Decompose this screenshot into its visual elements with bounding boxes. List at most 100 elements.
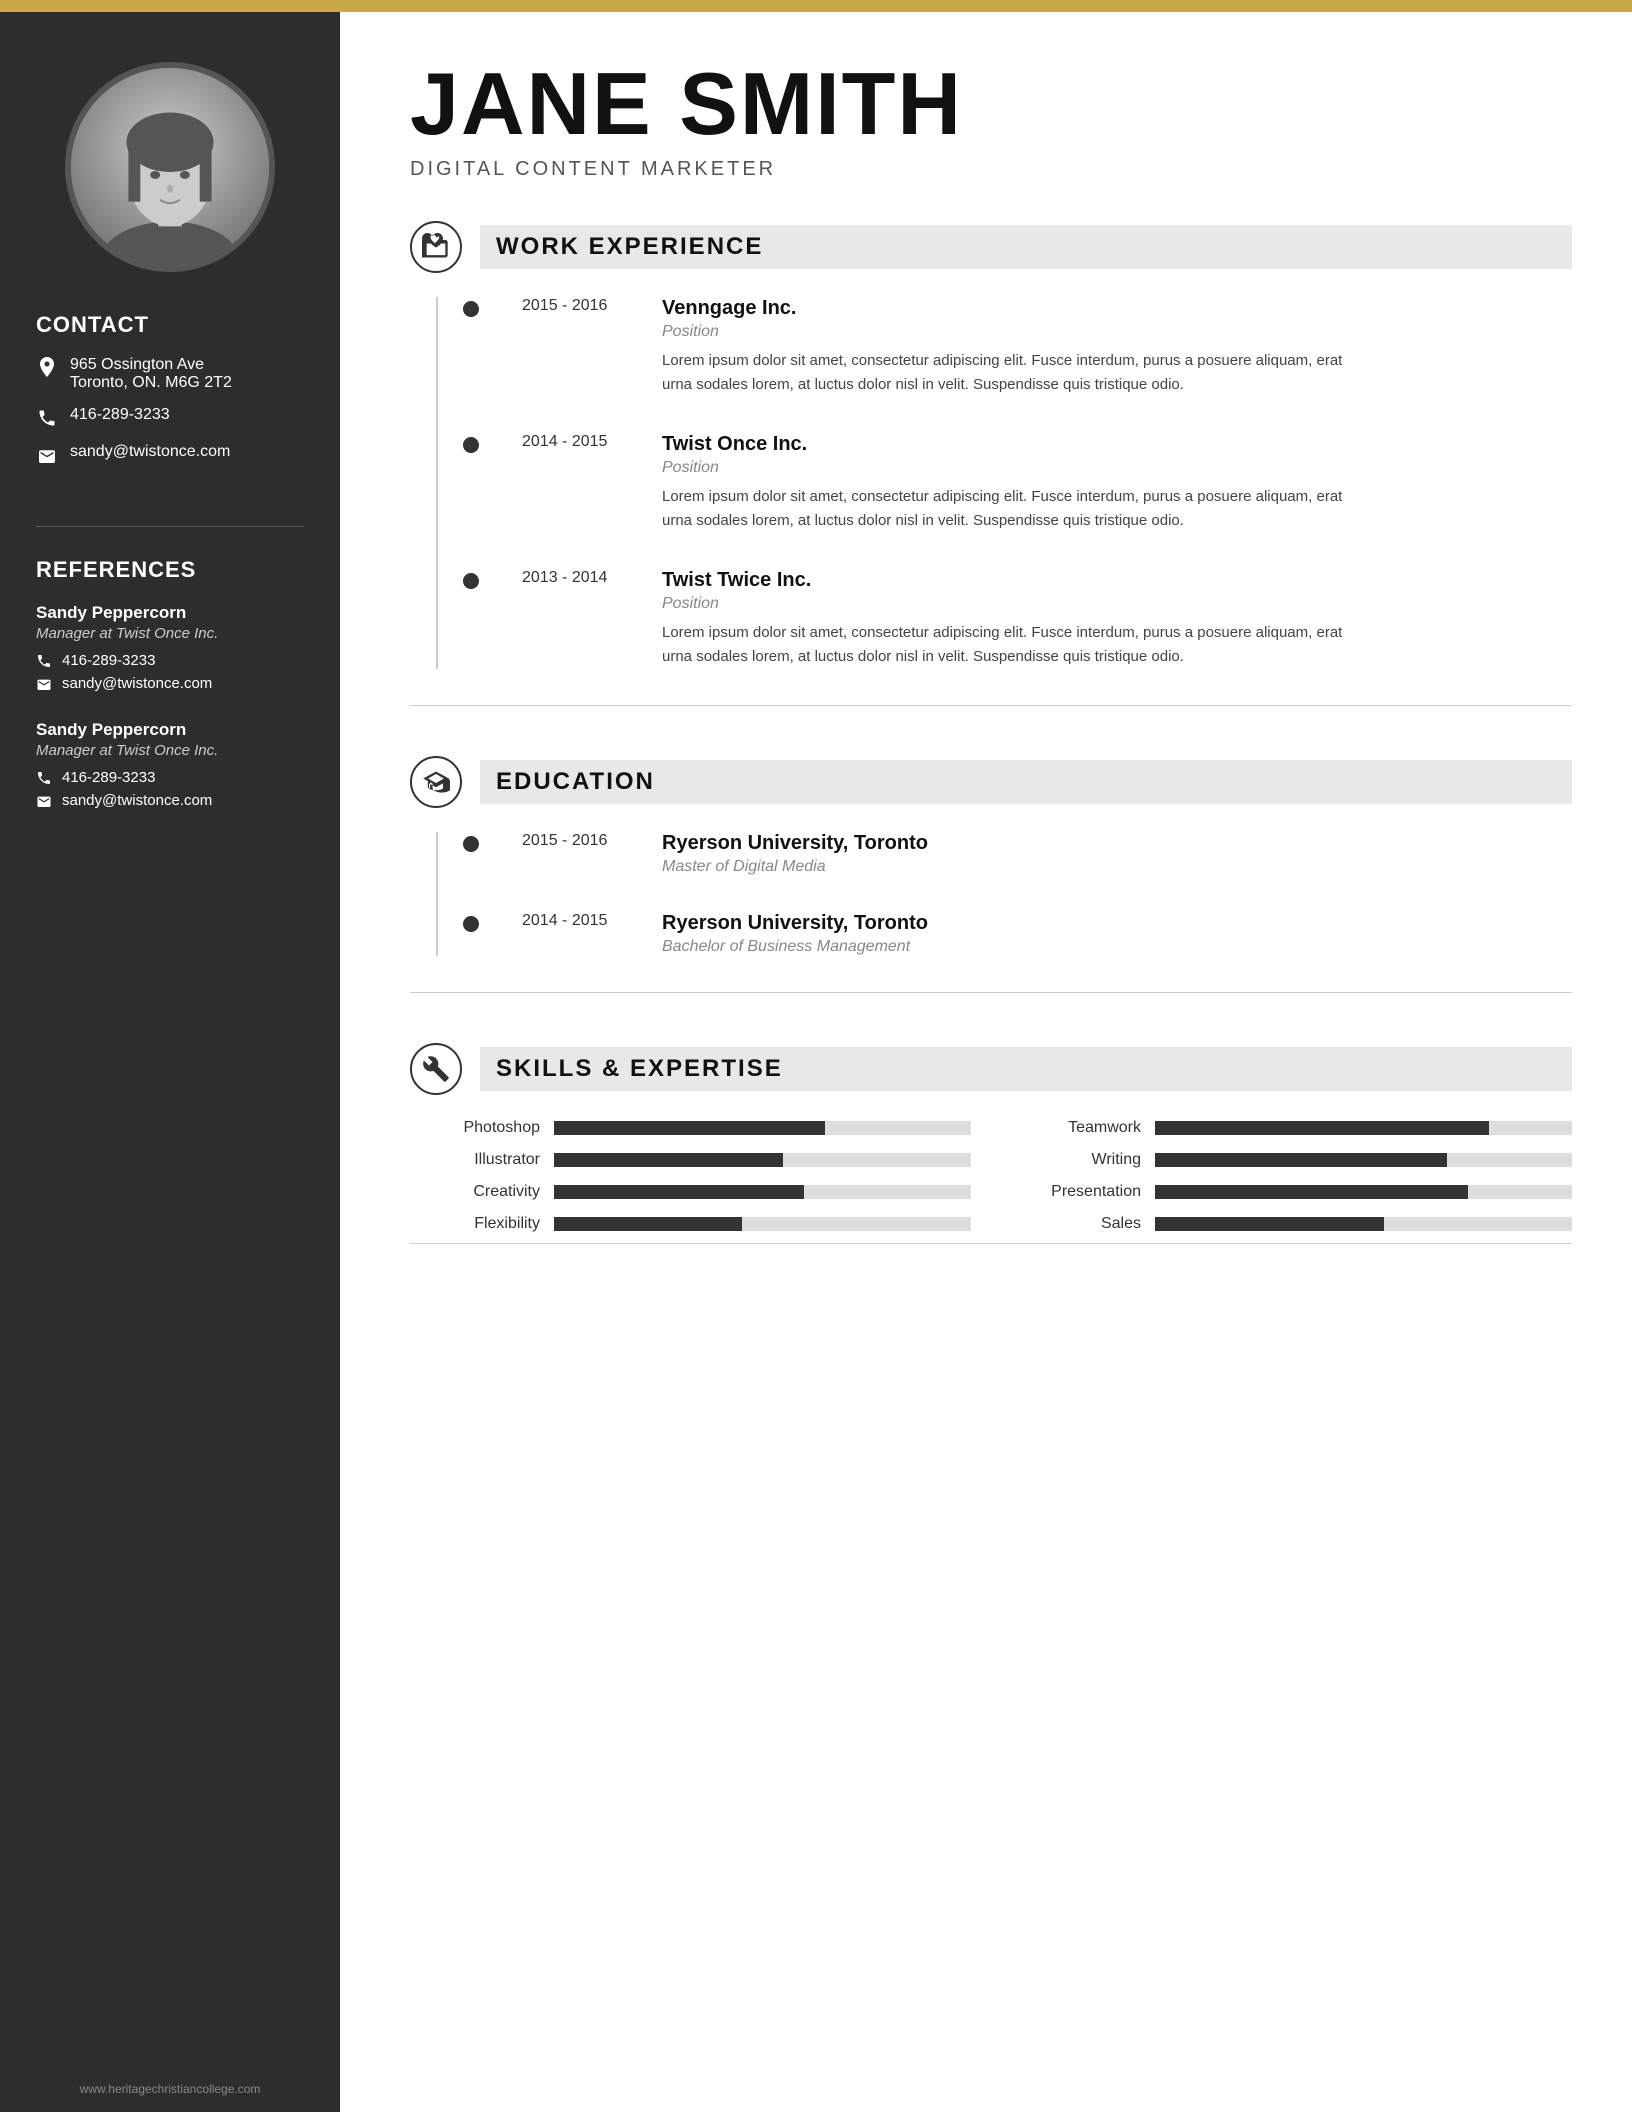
skills-section: SKILLS & EXPERTISE Photoshop Teamwork Illu… [410,1043,1572,1244]
job-2-company: Twist Once Inc. [662,433,1362,456]
website-footer: www.heritagechristiancollege.com [64,2066,277,2112]
edu-dot-2 [463,916,479,932]
references-title: REFERENCES [36,557,304,583]
reference-1: Sandy Peppercorn Manager at Twist Once I… [36,603,304,692]
location-icon [36,357,58,379]
edu-2-content: Ryerson University, Toronto Bachelor of … [632,912,928,956]
skills-title: SKILLS & EXPERTISE [496,1055,783,1082]
job-3-company: Twist Twice Inc. [662,569,1362,592]
reference-1-email: sandy@twistonce.com [36,675,304,692]
job-2-dates: 2014 - 2015 [522,433,632,451]
contact-address: 965 Ossington Ave Toronto, ON. M6G 2T2 [36,356,304,392]
skills-grid: Photoshop Teamwork Illustrator Writing Creat… [410,1119,1572,1233]
skill-name-6: Flexibility [430,1215,540,1233]
reference-1-name: Sandy Peppercorn [36,603,304,623]
skill-name-3: Writing [1031,1151,1141,1169]
job-2-desc: Lorem ipsum dolor sit amet, consectetur … [662,485,1362,533]
job-1-company: Venngage Inc. [662,297,1362,320]
education-title: EDUCATION [496,768,655,795]
phone-text: 416-289-3233 [70,406,170,424]
avatar-container [65,62,275,272]
contact-section: CONTACT 965 Ossington Ave Toronto, ON. M… [0,312,340,480]
full-name: JANE SMITH [410,60,1572,148]
job-3-dates: 2013 - 2014 [522,569,632,587]
reference-1-title: Manager at Twist Once Inc. [36,625,304,642]
skill-bar-fill-7 [1155,1217,1384,1231]
education-header: EDUCATION [410,756,1572,808]
education-icon [410,756,462,808]
skills-title-bg: SKILLS & EXPERTISE [480,1047,1572,1091]
edu-1-dates: 2015 - 2016 [522,832,632,850]
timeline-dot-2 [463,437,479,453]
edu-1-institution: Ryerson University, Toronto [662,832,928,855]
skills-icon [410,1043,462,1095]
edu-section-line [410,992,1572,993]
edu-2-degree: Bachelor of Business Management [662,938,928,956]
job-1: 2015 - 2016 Venngage Inc. Position Lorem… [498,297,1572,397]
reference-2: Sandy Peppercorn Manager at Twist Once I… [36,720,304,809]
contact-title: CONTACT [36,312,304,338]
address-text: 965 Ossington Ave Toronto, ON. M6G 2T2 [70,356,232,392]
header-section: JANE SMITH DIGITAL CONTENT MARKETER [410,60,1572,181]
skill-bar-bg-0 [554,1121,971,1135]
contact-phone: 416-289-3233 [36,406,304,429]
edu-2-dates: 2014 - 2015 [522,912,632,930]
education-timeline: 2015 - 2016 Ryerson University, Toronto … [436,832,1572,956]
work-experience-header: WORK EXPERIENCE [410,221,1572,273]
skill-bar-fill-3 [1155,1153,1447,1167]
education-title-bg: EDUCATION [480,760,1572,804]
edu-2: 2014 - 2015 Ryerson University, Toronto … [498,912,1572,956]
skill-bar-bg-6 [554,1217,971,1231]
job-3: 2013 - 2014 Twist Twice Inc. Position Lo… [498,569,1572,669]
reference-2-name: Sandy Peppercorn [36,720,304,740]
edu-1-degree: Master of Digital Media [662,858,928,876]
job-1-position: Position [662,323,1362,341]
skill-name-5: Presentation [1031,1183,1141,1201]
contact-email: sandy@twistonce.com [36,443,304,466]
skill-row-2: Illustrator [430,1151,971,1169]
skill-name-2: Illustrator [430,1151,540,1169]
job-3-position: Position [662,595,1362,613]
job-title: DIGITAL CONTENT MARKETER [410,158,1572,181]
sidebar: CONTACT 965 Ossington Ave Toronto, ON. M… [0,0,340,2112]
job-2: 2014 - 2015 Twist Once Inc. Position Lor… [498,433,1572,533]
skill-bar-bg-5 [1155,1185,1572,1199]
skill-bar-bg-2 [554,1153,971,1167]
work-experience-section: WORK EXPERIENCE 2015 - 2016 Venngage Inc… [410,221,1572,706]
skill-bar-fill-2 [554,1153,783,1167]
skill-name-1: Teamwork [1031,1119,1141,1137]
edu-dot-1 [463,836,479,852]
skills-section-line [410,1243,1572,1244]
skill-bar-fill-1 [1155,1121,1489,1135]
skill-row-3: Writing [1031,1151,1572,1169]
skill-bar-bg-3 [1155,1153,1572,1167]
work-timeline: 2015 - 2016 Venngage Inc. Position Lorem… [436,297,1572,669]
reference-2-phone: 416-289-3233 [36,769,304,786]
skill-row-4: Creativity [430,1183,971,1201]
education-section: EDUCATION 2015 - 2016 Ryerson University… [410,756,1572,993]
skill-row-1: Teamwork [1031,1119,1572,1137]
avatar [65,62,275,272]
edu-1-content: Ryerson University, Toronto Master of Di… [632,832,928,876]
skill-bar-bg-7 [1155,1217,1572,1231]
skill-bar-fill-4 [554,1185,804,1199]
skills-header: SKILLS & EXPERTISE [410,1043,1572,1095]
reference-2-title: Manager at Twist Once Inc. [36,742,304,759]
edu-1: 2015 - 2016 Ryerson University, Toronto … [498,832,1572,876]
skill-bar-fill-0 [554,1121,825,1135]
main-content: JANE SMITH DIGITAL CONTENT MARKETER WORK… [340,0,1632,2112]
skill-row-6: Flexibility [430,1215,971,1233]
reference-1-phone: 416-289-3233 [36,652,304,669]
job-1-content: Venngage Inc. Position Lorem ipsum dolor… [632,297,1362,397]
sidebar-divider-1 [36,526,304,527]
skill-row-7: Sales [1031,1215,1572,1233]
skill-row-5: Presentation [1031,1183,1572,1201]
job-3-content: Twist Twice Inc. Position Lorem ipsum do… [632,569,1362,669]
skill-row-0: Photoshop [430,1119,971,1137]
edu-2-institution: Ryerson University, Toronto [662,912,928,935]
email-icon [36,444,58,466]
skill-name-7: Sales [1031,1215,1141,1233]
skill-bar-bg-1 [1155,1121,1572,1135]
work-experience-icon [410,221,462,273]
skill-bar-fill-5 [1155,1185,1468,1199]
